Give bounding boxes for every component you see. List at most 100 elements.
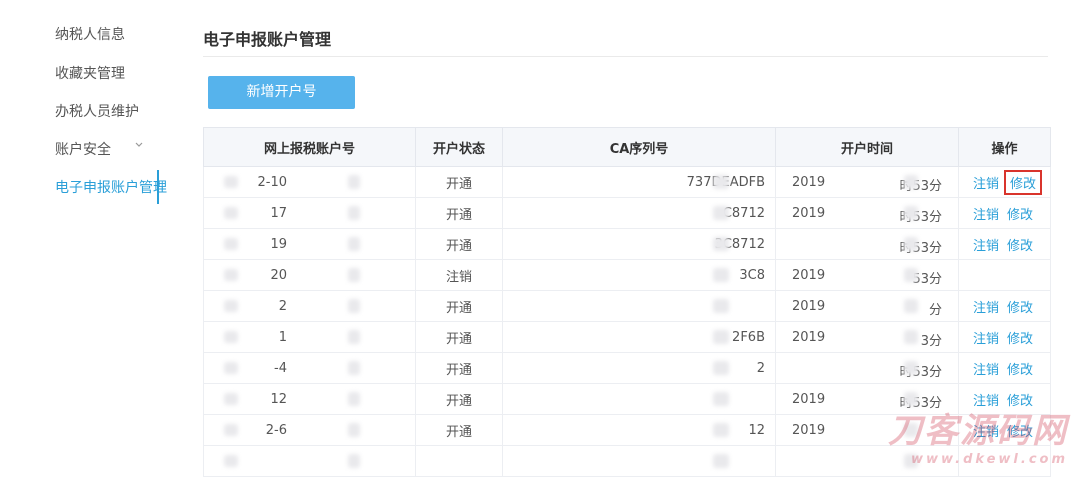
ca-cell: 2 xyxy=(502,352,776,384)
status-text: 开通 xyxy=(445,331,472,347)
column-header-status: 开户状态 xyxy=(415,127,503,167)
watermark-url: www.dkewl.com xyxy=(910,452,1068,467)
actions-cell: 注销 修改 xyxy=(958,321,1051,353)
open-year: 2019 xyxy=(792,206,826,221)
redaction-blur xyxy=(224,455,238,467)
redaction-blur xyxy=(713,330,729,344)
account-number: 12 xyxy=(270,391,287,407)
account-cell: 12 xyxy=(203,383,416,415)
redaction-blur xyxy=(348,175,360,189)
status-cell: 开通 xyxy=(415,290,503,322)
column-header-actions: 操作 xyxy=(958,127,1051,167)
active-indicator xyxy=(157,170,159,204)
redaction-blur xyxy=(224,424,238,436)
ca-serial: 12 xyxy=(748,422,765,438)
ca-cell xyxy=(502,445,776,477)
redaction-blur xyxy=(224,207,238,219)
redaction-blur xyxy=(904,299,918,313)
ca-serial: 3C8 xyxy=(739,267,765,283)
ca-cell: 3C8712 xyxy=(502,228,776,260)
status-text: 开通 xyxy=(445,300,472,316)
status-cell: 开通 xyxy=(415,166,503,198)
ca-cell: 737DEADFB xyxy=(502,166,776,198)
cancel-link[interactable]: 注销 xyxy=(973,297,999,316)
open-time: 分 xyxy=(928,303,942,318)
edit-link[interactable]: 修改 xyxy=(1007,235,1033,254)
account-cell: 2 xyxy=(203,290,416,322)
redaction-blur xyxy=(348,423,360,437)
status-text: 开通 xyxy=(445,424,472,440)
account-number: 19 xyxy=(270,236,287,252)
ca-serial: 2F6B xyxy=(732,329,765,345)
open-year: 2019 xyxy=(792,392,826,407)
open-time: 3分 xyxy=(920,334,942,349)
actions-cell: 注销 修改 xyxy=(958,166,1051,198)
open-year: 2019 xyxy=(792,330,826,345)
cancel-link[interactable]: 注销 xyxy=(973,204,999,223)
chevron-down-icon[interactable] xyxy=(134,140,144,150)
status-cell: 注销 xyxy=(415,259,503,291)
redaction-blur xyxy=(713,454,729,468)
sidebar-item-account-security[interactable]: 账户安全 xyxy=(55,139,111,159)
redaction-blur xyxy=(224,269,238,281)
edit-link[interactable]: 修改 xyxy=(1007,204,1033,223)
sidebar-item-favorites[interactable]: 收藏夹管理 xyxy=(55,63,125,83)
cancel-link[interactable]: 注销 xyxy=(973,328,999,347)
edit-link[interactable]: 修改 xyxy=(1007,359,1033,378)
open-year: 2019 xyxy=(792,268,826,283)
actions-cell xyxy=(958,259,1051,291)
actions-cell: 注销 修改 xyxy=(958,197,1051,229)
redaction-blur xyxy=(713,299,729,313)
status-cell: 开通 xyxy=(415,383,503,415)
table-header-row: 网上报税账户号 开户状态 CA序列号 开户时间 操作 xyxy=(203,127,1051,167)
add-account-button[interactable]: 新增开户号 xyxy=(208,76,355,109)
redaction-blur xyxy=(224,176,238,188)
table-row: 2-10 开通 737DEADFB2019时53分注销修改 xyxy=(203,166,1051,198)
redaction-blur xyxy=(348,361,360,375)
actions-cell: 注销 修改 xyxy=(958,352,1051,384)
ca-cell xyxy=(502,290,776,322)
account-number: 17 xyxy=(270,205,287,221)
table-row: 17 开通 C8712 2019 时53分 注销 修改 xyxy=(203,197,1051,229)
actions-cell: 注销 修改 xyxy=(958,290,1051,322)
account-number: -4 xyxy=(274,360,287,376)
page-title: 电子申报账户管理 xyxy=(203,30,332,49)
status-text: 开通 xyxy=(445,207,472,223)
redaction-blur xyxy=(713,392,729,406)
edit-link[interactable]: 修改 xyxy=(1007,297,1033,316)
status-text: 开通 xyxy=(445,176,472,192)
actions-cell: 注销 修改 xyxy=(958,228,1051,260)
sidebar-item-e-filing-accounts[interactable]: 电子申报账户管理 xyxy=(55,177,167,197)
open-year: 2019 xyxy=(792,423,826,438)
open-year: 2019 xyxy=(792,175,826,190)
ca-cell: 3C8 xyxy=(502,259,776,291)
edit-link[interactable]: 修改 xyxy=(1004,169,1043,195)
ca-serial: 2 xyxy=(756,360,765,376)
account-number: 2 xyxy=(278,298,287,314)
column-header-time: 开户时间 xyxy=(775,127,959,167)
redaction-blur xyxy=(224,393,238,405)
status-text: 开通 xyxy=(445,393,472,409)
account-cell: 2-6 xyxy=(203,414,416,446)
redaction-blur xyxy=(348,454,360,468)
table-row: 19 开通 3C8712 时53分 注销 修改 xyxy=(203,228,1051,260)
table-row: 1 开通 2F6B 2019 3分 注销 修改 xyxy=(203,321,1051,353)
redaction-blur xyxy=(224,331,238,343)
redaction-blur xyxy=(713,268,729,282)
cancel-link[interactable]: 注销 xyxy=(973,235,999,254)
status-text: 开通 xyxy=(445,362,472,378)
sidebar-item-taxpayer-info[interactable]: 纳税人信息 xyxy=(55,24,125,44)
edit-link[interactable]: 修改 xyxy=(1007,328,1033,347)
time-cell: 时53分 xyxy=(775,228,959,260)
account-number: 20 xyxy=(270,267,287,283)
redaction-blur xyxy=(904,268,918,282)
ca-serial: C8712 xyxy=(722,205,765,221)
account-number: 2-6 xyxy=(265,422,287,438)
redaction-blur xyxy=(348,392,360,406)
redaction-blur xyxy=(713,423,729,437)
cancel-link[interactable]: 注销 xyxy=(973,173,999,192)
status-text: 注销 xyxy=(445,269,472,285)
cancel-link[interactable]: 注销 xyxy=(973,359,999,378)
sidebar-item-tax-staff[interactable]: 办税人员维护 xyxy=(55,101,139,121)
account-cell: 19 xyxy=(203,228,416,260)
